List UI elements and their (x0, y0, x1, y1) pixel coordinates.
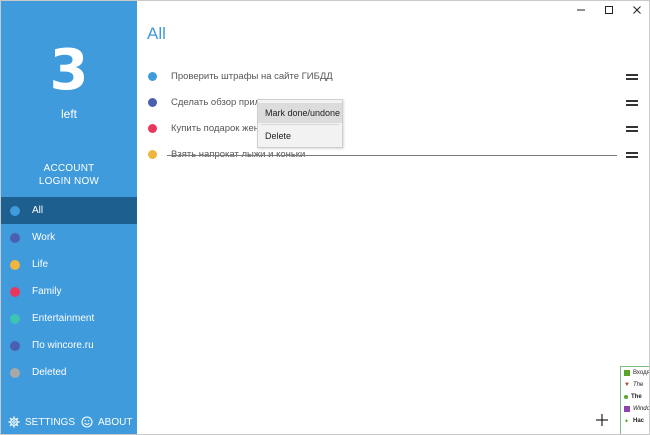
plus-icon (596, 414, 608, 426)
context-menu: Mark done/undone Delete (257, 99, 343, 148)
window-controls (561, 1, 649, 19)
login-now-link[interactable]: LOGIN NOW (1, 175, 137, 188)
sidebar-item-label: Entertainment (32, 313, 95, 324)
category-dot-icon (10, 205, 20, 216)
delete-menu-item[interactable]: Delete (258, 126, 342, 146)
sidebar-item-deleted[interactable]: Deleted (1, 359, 137, 386)
minimize-button[interactable] (567, 1, 595, 19)
task-item-done[interactable]: Взять напрокат лыжи и коньки (137, 142, 649, 168)
sidebar-item-entertainment[interactable]: Entertainment (1, 305, 137, 332)
sidebar-item-label: All (32, 205, 44, 216)
minimize-icon (577, 9, 585, 11)
task-item[interactable]: Сделать обзор прилож (137, 90, 649, 116)
gear-icon (8, 416, 20, 428)
category-dot-icon (10, 313, 20, 324)
sidebar-item-family[interactable]: Family (1, 278, 137, 305)
tasks-left-count: 3 (49, 38, 89, 103)
category-dot-icon (10, 259, 20, 270)
sidebar-item-work[interactable]: Work (1, 224, 137, 251)
sidebar-item-life[interactable]: Life (1, 251, 137, 278)
sidebar-item-all[interactable]: All (1, 197, 137, 224)
sidebar-footer: SETTINGS ABOUT (1, 408, 137, 434)
settings-button[interactable]: SETTINGS (8, 416, 75, 428)
category-list: All Work Life Family Entertainment По wi… (1, 197, 137, 386)
task-category-dot (148, 124, 157, 133)
about-label: ABOUT (98, 416, 133, 428)
strikethrough-line (167, 155, 617, 156)
drag-handle-icon[interactable] (626, 74, 638, 82)
sidebar-item-wincore[interactable]: По wincore.ru (1, 332, 137, 359)
sidebar-item-label: Life (32, 259, 49, 270)
background-window-peek[interactable]: Входя ▼ The The Windo ✦ Hac (620, 366, 649, 434)
sidebar: 3 left ACCOUNT LOGIN NOW All Work Life F… (1, 1, 137, 434)
drag-handle-icon[interactable] (626, 152, 638, 160)
account-link[interactable]: ACCOUNT LOGIN NOW (1, 162, 137, 188)
account-title: ACCOUNT (43, 163, 95, 174)
about-button[interactable]: ABOUT (81, 416, 132, 428)
drag-handle-icon[interactable] (626, 126, 638, 134)
tasks-left-label: left (60, 107, 77, 121)
drag-handle-icon[interactable] (626, 100, 638, 108)
maximize-icon (605, 6, 613, 14)
maximize-button[interactable] (595, 1, 623, 19)
category-dot-icon (10, 286, 20, 297)
close-icon (633, 6, 641, 14)
add-task-button[interactable] (595, 413, 609, 427)
sidebar-item-label: Work (32, 232, 56, 243)
mark-done-menu-item[interactable]: Mark done/undone (258, 103, 342, 123)
peek-row: The (621, 391, 649, 403)
sidebar-item-label: Family (32, 286, 62, 297)
task-category-dot (148, 98, 157, 107)
task-item[interactable]: Купить подарок жене!! (137, 116, 649, 142)
menu-divider (261, 124, 339, 125)
task-text: Купить подарок жене!! (171, 123, 270, 134)
task-list: Проверить штрафы на сайте ГИБДД Сделать … (137, 64, 649, 168)
settings-label: SETTINGS (25, 416, 76, 428)
peek-row: ✦ Hac (624, 418, 645, 425)
category-dot-icon (10, 340, 20, 351)
app-window: 3 left ACCOUNT LOGIN NOW All Work Life F… (0, 0, 650, 435)
smiley-icon (81, 416, 93, 428)
task-category-dot (148, 150, 157, 159)
peek-row: Входя (621, 367, 649, 379)
page-title: All (147, 24, 166, 43)
sidebar-item-label: По wincore.ru (32, 340, 94, 351)
sidebar-item-label: Deleted (32, 367, 67, 378)
close-button[interactable] (623, 1, 649, 19)
peek-row: Windo (621, 403, 649, 415)
category-dot-icon (10, 367, 20, 378)
task-item[interactable]: Проверить штрафы на сайте ГИБДД (137, 64, 649, 90)
main-panel: All Проверить штрафы на сайте ГИБДД Сдел… (137, 1, 649, 434)
task-text: Проверить штрафы на сайте ГИБДД (171, 71, 333, 82)
category-dot-icon (10, 232, 20, 243)
peek-row: ▼ The (624, 382, 644, 388)
task-category-dot (148, 72, 157, 81)
